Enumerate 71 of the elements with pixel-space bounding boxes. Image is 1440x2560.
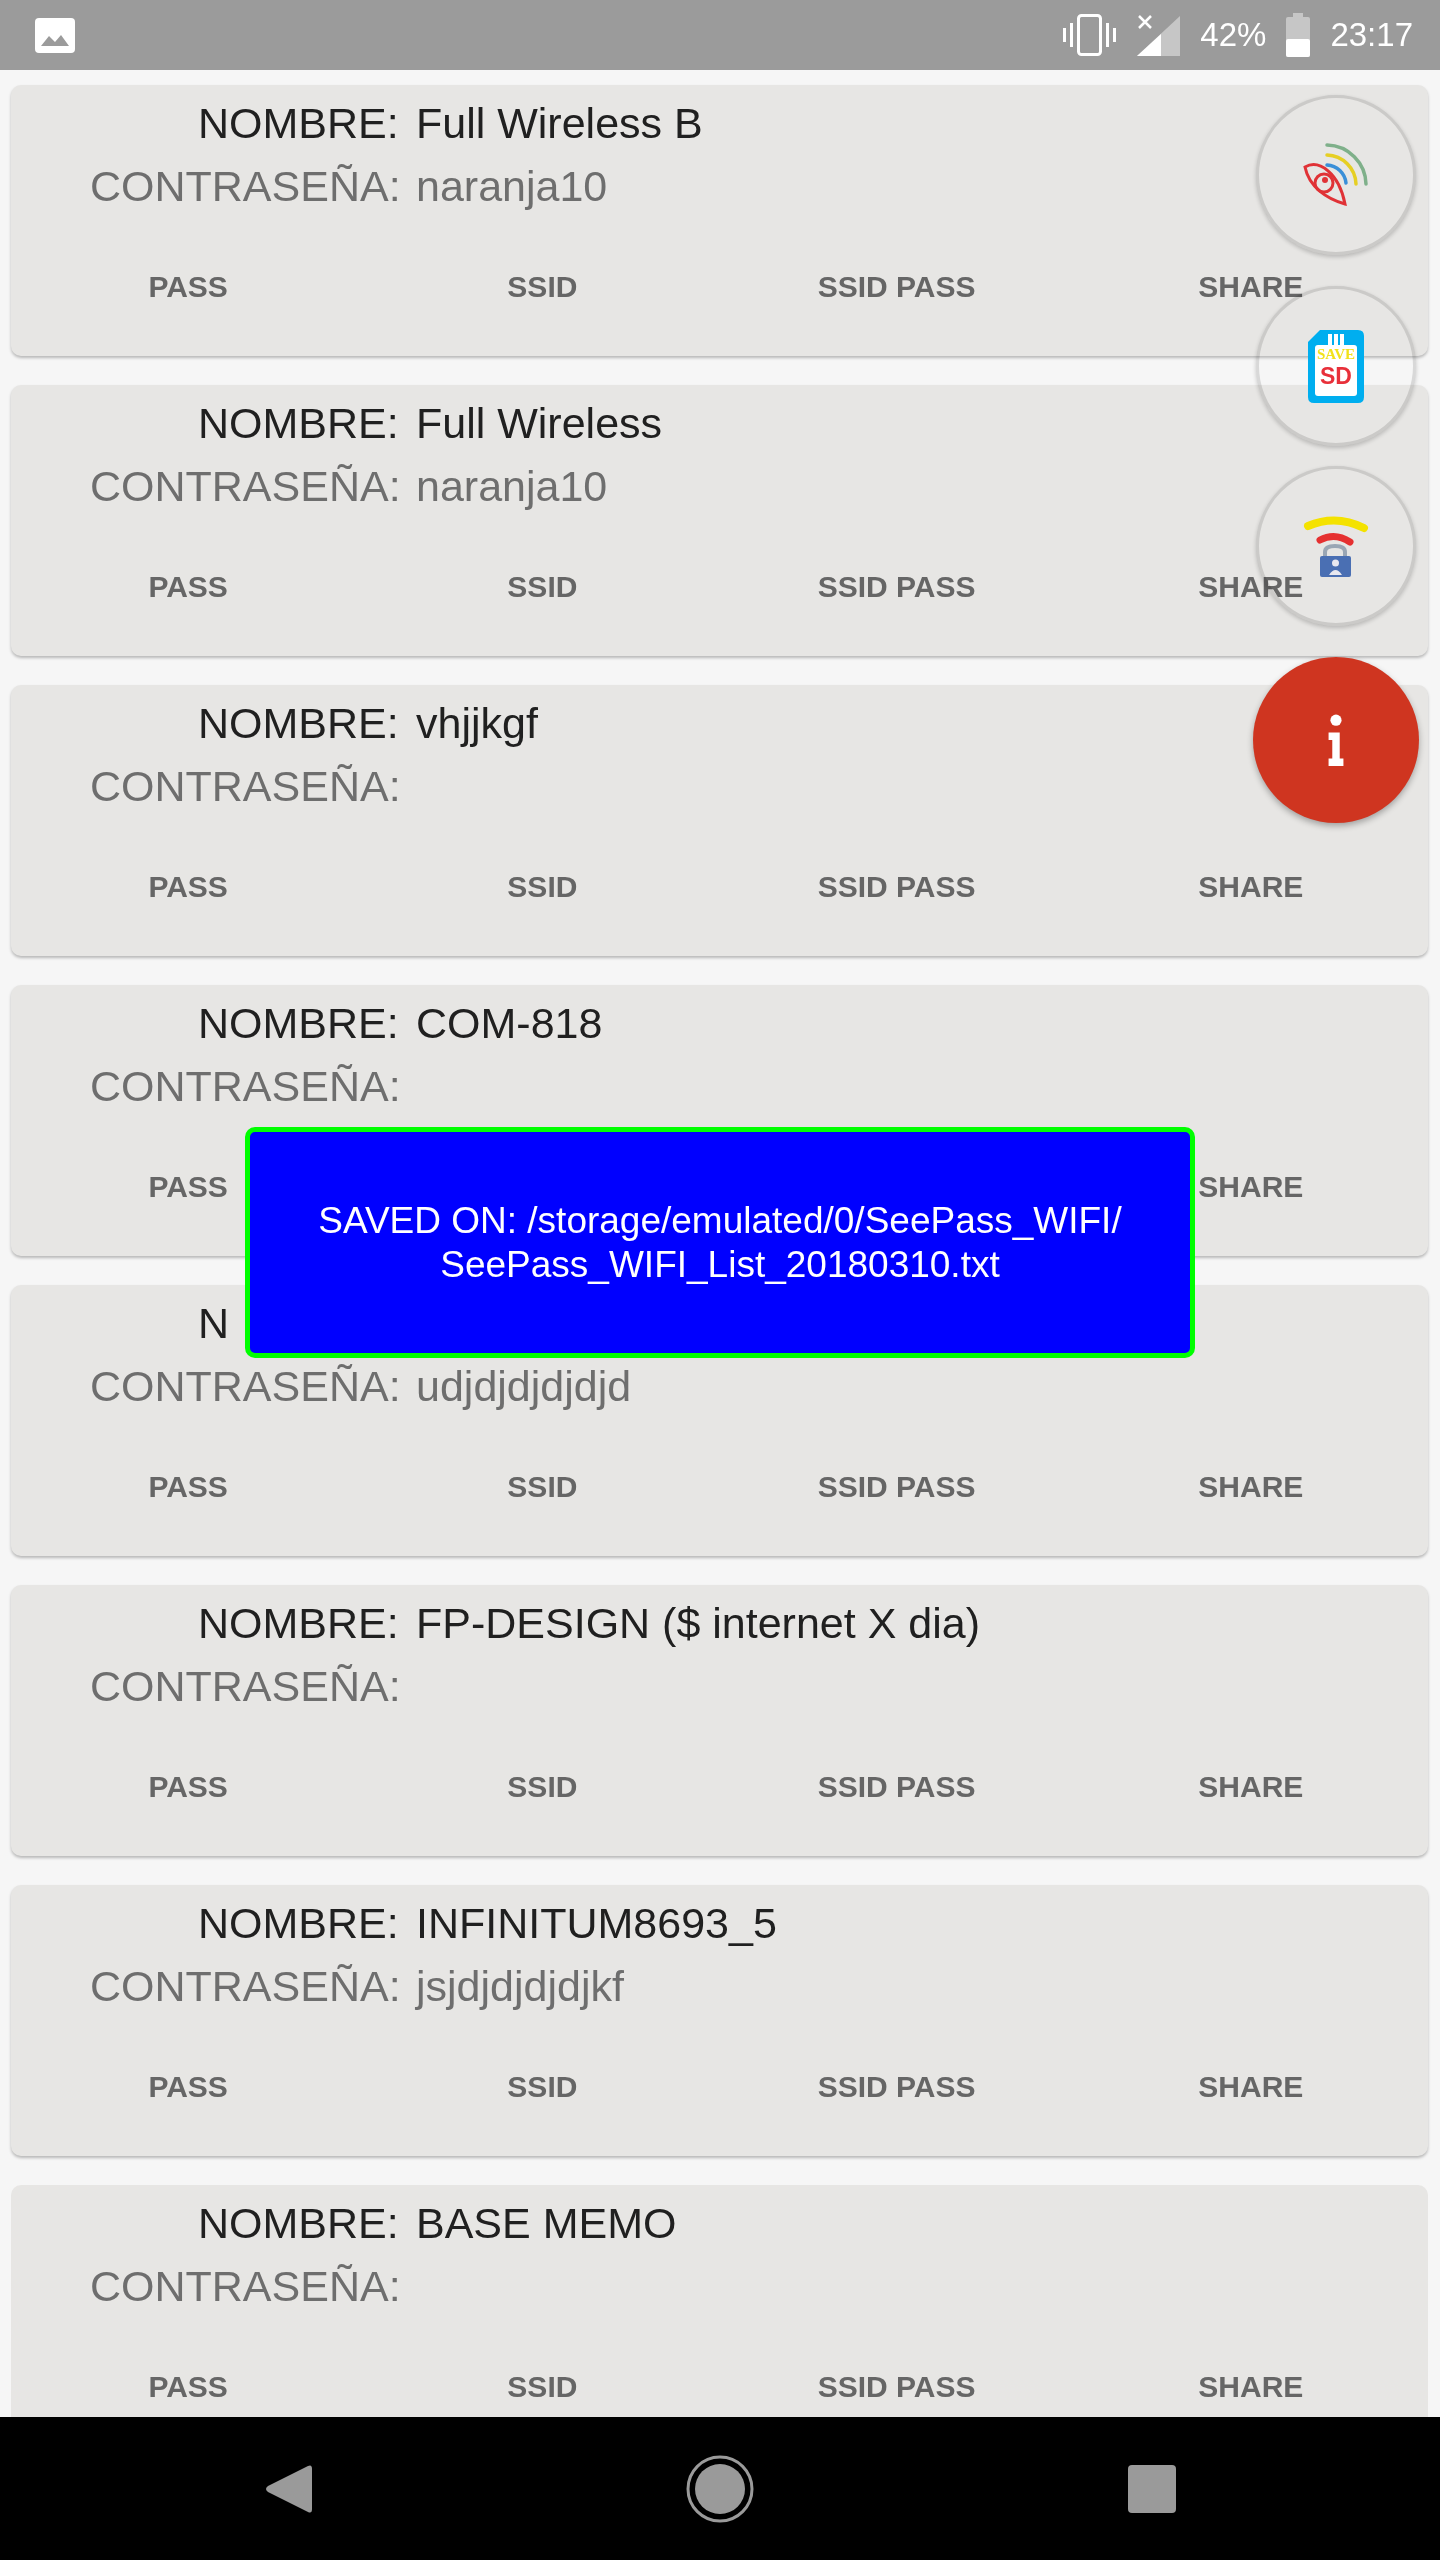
battery-percentage: 42% bbox=[1200, 16, 1267, 54]
action-button[interactable]: PASS bbox=[146, 561, 230, 613]
password-label: CONTRASEÑA: bbox=[90, 1962, 401, 2010]
action-button[interactable]: SSID bbox=[505, 561, 580, 613]
eye-signal-icon bbox=[1303, 143, 1369, 207]
password-label: CONTRASEÑA: bbox=[90, 462, 401, 510]
action-button[interactable]: SHARE bbox=[1196, 861, 1306, 913]
action-button[interactable]: SHARE bbox=[1196, 561, 1306, 613]
name-label: NOMBRE: bbox=[198, 999, 399, 1047]
network-name: COM-818 bbox=[416, 999, 603, 1047]
action-button[interactable]: PASS bbox=[146, 2361, 230, 2413]
battery-icon bbox=[1286, 13, 1311, 57]
name-label: NOMBRE: bbox=[198, 399, 399, 447]
name-label: NOMBRE: bbox=[198, 1599, 399, 1647]
action-button[interactable]: SSID bbox=[505, 261, 580, 313]
action-button[interactable]: SSID PASS bbox=[815, 861, 978, 913]
image-icon bbox=[35, 17, 75, 53]
action-button[interactable]: SSID PASS bbox=[815, 561, 978, 613]
floating-action-button[interactable] bbox=[1256, 95, 1416, 255]
square-icon bbox=[1128, 2464, 1176, 2513]
name-label: NOMBRE: bbox=[198, 1899, 399, 1947]
signal-icon bbox=[1137, 14, 1181, 56]
back-icon bbox=[264, 2462, 312, 2515]
action-button[interactable]: SSID bbox=[505, 1761, 580, 1813]
action-button[interactable]: SSID PASS bbox=[815, 261, 978, 313]
network-name: BASE MEMO bbox=[416, 2199, 677, 2247]
action-button[interactable]: PASS bbox=[146, 1161, 230, 1213]
network-name: Full Wireless bbox=[416, 399, 663, 447]
password-label: CONTRASEÑA: bbox=[90, 1662, 401, 1710]
vibrate-icon bbox=[1062, 14, 1118, 56]
name-label: N bbox=[198, 1299, 230, 1347]
password-label: CONTRASEÑA: bbox=[90, 762, 401, 810]
password-value: jsjdjdjdjdjkf bbox=[416, 1962, 624, 2010]
action-button[interactable]: PASS bbox=[146, 1461, 230, 1513]
password-label: CONTRASEÑA: bbox=[90, 1062, 401, 1110]
network-name: vhjjkgf bbox=[416, 699, 538, 747]
action-button[interactable]: SSID PASS bbox=[815, 2361, 978, 2413]
action-button[interactable]: SHARE bbox=[1196, 1461, 1306, 1513]
action-button[interactable]: PASS bbox=[146, 1761, 230, 1813]
password-label: CONTRASEÑA: bbox=[90, 2262, 401, 2310]
wifi-lock-icon bbox=[1303, 514, 1369, 578]
sd-card-icon: SAVE SD bbox=[1308, 329, 1364, 403]
action-button[interactable]: SHARE bbox=[1196, 2361, 1306, 2413]
action-button[interactable]: SSID bbox=[505, 1461, 580, 1513]
network-name: FP-DESIGN ($ internet X dia) bbox=[416, 1599, 980, 1647]
action-button[interactable]: SSID PASS bbox=[815, 2061, 978, 2113]
name-label: NOMBRE: bbox=[198, 2199, 399, 2247]
password-value: naranja10 bbox=[416, 462, 608, 510]
action-button[interactable]: SHARE bbox=[1196, 1161, 1306, 1213]
network-name: INFINITUM8693_5 bbox=[416, 1899, 777, 1947]
action-button[interactable]: SSID bbox=[505, 2361, 580, 2413]
name-label: NOMBRE: bbox=[198, 99, 399, 147]
clock-time: 23:17 bbox=[1330, 16, 1413, 54]
action-button[interactable]: SHARE bbox=[1196, 1761, 1306, 1813]
network-name: Full Wireless B bbox=[416, 99, 703, 147]
action-button[interactable]: SHARE bbox=[1196, 2061, 1306, 2113]
password-value: naranja10 bbox=[416, 162, 608, 210]
password-label: CONTRASEÑA: bbox=[90, 162, 401, 210]
name-label: NOMBRE: bbox=[198, 699, 399, 747]
info-icon bbox=[1327, 714, 1345, 766]
action-button[interactable]: PASS bbox=[146, 861, 230, 913]
action-button[interactable]: SSID PASS bbox=[815, 1761, 978, 1813]
action-button[interactable]: SSID bbox=[505, 861, 580, 913]
password-label: CONTRASEÑA: bbox=[90, 1362, 401, 1410]
password-value: udjdjdjdjdjd bbox=[416, 1362, 632, 1410]
action-button[interactable]: PASS bbox=[146, 2061, 230, 2113]
action-button[interactable]: SSID bbox=[505, 2061, 580, 2113]
home-icon bbox=[686, 2454, 754, 2523]
action-button[interactable]: PASS bbox=[146, 261, 230, 313]
action-button[interactable]: SSID PASS bbox=[815, 1461, 978, 1513]
toast-message: SAVED ON: /storage/emulated/0/SeePass_WIFI/ SeePass_WIFI_List_20180310.txt bbox=[318, 1198, 1122, 1287]
